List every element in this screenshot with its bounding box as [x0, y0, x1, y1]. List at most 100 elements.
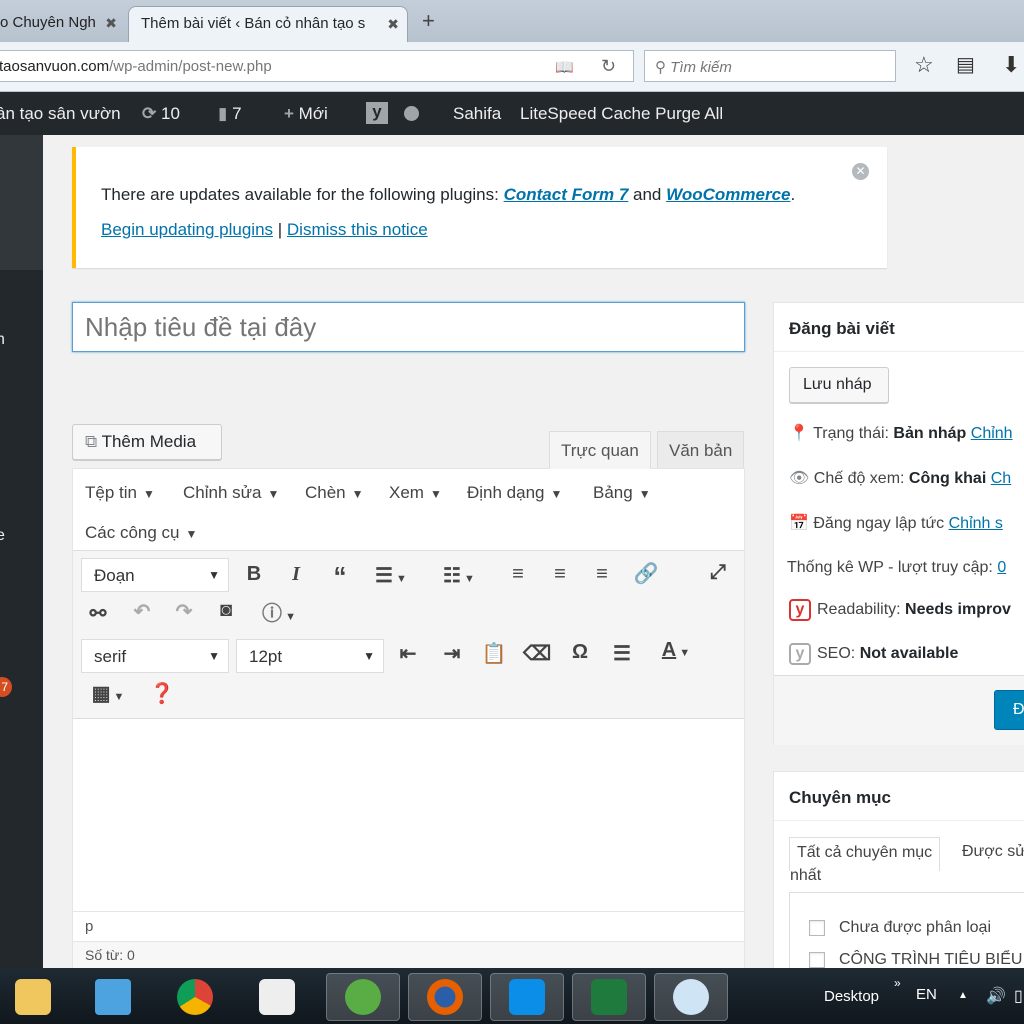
italic-icon[interactable]: I [283, 563, 309, 586]
menu-table[interactable]: Bảng ▼ [593, 483, 651, 503]
link-icon[interactable]: 🔗 [633, 561, 659, 586]
menu-format[interactable]: Định dạng ▼ [467, 483, 562, 503]
clipboard-icon[interactable]: ▤ [956, 52, 975, 77]
file-explorer-icon[interactable] [0, 973, 70, 1021]
edit-visibility-link[interactable]: Ch [991, 470, 1011, 487]
tab-all-categories[interactable]: Tất cả chuyên mục [789, 837, 941, 871]
element-path: p [73, 911, 744, 941]
yoast-icon[interactable]: y [366, 102, 388, 124]
edit-schedule-link[interactable]: Chỉnh s [949, 515, 1003, 532]
numbered-list-icon[interactable]: ☷ ▼ [437, 563, 481, 588]
updates-link[interactable]: ⟳ 10 [142, 104, 180, 124]
dismiss-notice-link[interactable]: Dismiss this notice [287, 220, 428, 239]
tab-most-used-cont[interactable]: nhất [790, 867, 821, 885]
excel-icon[interactable] [572, 973, 646, 1021]
chrome-icon[interactable] [158, 973, 232, 1021]
media-player-icon[interactable] [76, 973, 150, 1021]
read-more-icon[interactable]: ☰ [609, 641, 635, 666]
browser-tab-active[interactable]: Thêm bài viết ‹ Bán cỏ nhân tạo s ✖ [128, 6, 408, 42]
bookmark-star-icon[interactable]: ☆ [914, 52, 934, 78]
menu-insert[interactable]: Chèn ▼ [305, 483, 364, 503]
close-tab-icon[interactable]: ✖ [105, 15, 117, 32]
tab-visual[interactable]: Trực quan [549, 431, 651, 469]
dismiss-icon[interactable]: ✕ [852, 163, 869, 180]
url-field[interactable]: taosanvuon.com/wp-admin/post-new.php 📖 ↻ [0, 50, 634, 82]
font-size-select[interactable]: 12pt ▼ [236, 639, 384, 673]
checkbox[interactable] [809, 951, 825, 968]
stats-link[interactable]: 0 [997, 559, 1006, 576]
blockquote-icon[interactable]: “ [327, 561, 353, 592]
post-title-input[interactable] [72, 302, 745, 352]
volume-icon[interactable]: 🔊 [986, 986, 1006, 1006]
woocommerce-link[interactable]: WooCommerce [666, 185, 790, 204]
tab-text[interactable]: Văn bản [657, 431, 745, 469]
site-name-link[interactable]: ân tạo sân vườn [0, 104, 121, 124]
info-icon[interactable]: ⓘ ▼ [257, 597, 301, 626]
publish-button[interactable]: Đ [994, 690, 1024, 730]
editor-menubar: Tệp tin ▼ Chỉnh sửa ▼ Chèn ▼ Xem ▼ Định dạng… [73, 469, 744, 551]
new-content-link[interactable]: + Mới [284, 104, 328, 124]
font-family-select[interactable]: serif ▼ [81, 639, 229, 673]
litespeed-purge-link[interactable]: LiteSpeed Cache Purge All [520, 104, 723, 124]
menu-view[interactable]: Xem ▼ [389, 483, 442, 503]
network-icon[interactable]: ▯ [1014, 986, 1023, 1006]
categories-title: Chuyên mục [774, 772, 1024, 821]
comments-link[interactable]: ▮ 7 [218, 104, 242, 124]
instagram-icon[interactable]: ◙ [213, 599, 239, 622]
browser-tab[interactable]: o Chuyên Ngh ✖ [0, 6, 125, 42]
reader-view-icon[interactable]: 📖 [555, 58, 574, 76]
fullscreen-icon[interactable]: ⤢ [705, 561, 731, 584]
language-indicator[interactable]: EN [916, 986, 937, 1003]
sidebar-item[interactable]: e [0, 527, 5, 545]
table-icon[interactable]: ▦ ▼ [85, 681, 131, 706]
outdent-icon[interactable]: ⇤ [395, 641, 421, 666]
sidebar-item[interactable]: n [0, 331, 5, 349]
add-media-button[interactable]: ⧉ Thêm Media [72, 424, 222, 460]
sahifa-link[interactable]: Sahifa [453, 104, 501, 124]
zalo-icon[interactable] [490, 973, 564, 1021]
edit-status-link[interactable]: Chỉnh [971, 425, 1013, 442]
align-right-icon[interactable]: ≡ [589, 563, 615, 586]
indent-icon[interactable]: ⇥ [439, 641, 465, 666]
menu-tools[interactable]: Các công cụ ▼ [85, 523, 197, 543]
align-left-icon[interactable]: ≡ [505, 563, 531, 586]
desktop-toolbar[interactable]: Desktop [824, 988, 879, 1005]
contact-form-7-link[interactable]: Contact Form 7 [504, 185, 629, 204]
category-item[interactable]: CÔNG TRÌNH TIÊU BIỂU [809, 951, 1022, 969]
new-tab-button[interactable]: + [422, 8, 435, 34]
download-icon[interactable]: ⬇ [1002, 52, 1020, 78]
special-character-icon[interactable]: Ω [567, 641, 593, 664]
menu-file[interactable]: Tệp tin ▼ [85, 483, 155, 503]
search-input[interactable]: ⚲ Tìm kiếm [644, 50, 896, 82]
windows-taskbar: Desktop » EN ▲ 🔊 ▯ [0, 968, 1024, 1024]
calendar-icon: 📅 [789, 515, 809, 532]
bullet-list-icon[interactable]: ☰ ▼ [369, 563, 413, 588]
paint-icon[interactable] [654, 973, 728, 1021]
firefox-icon[interactable] [408, 973, 482, 1021]
show-hidden-icons-icon[interactable]: ▲ [958, 990, 968, 1001]
close-tab-icon[interactable]: ✖ [387, 16, 399, 33]
unikey-icon[interactable] [240, 973, 314, 1021]
checkbox[interactable] [809, 919, 825, 936]
text-color-icon[interactable]: A ▼ [651, 639, 701, 662]
toolbar-expand-icon[interactable]: » [894, 976, 901, 990]
bold-icon[interactable]: B [241, 563, 267, 586]
paste-text-icon[interactable]: 📋 [481, 641, 507, 666]
help-icon[interactable]: ❓ [149, 681, 175, 706]
editor-content-area[interactable] [73, 719, 744, 911]
coc-coc-icon[interactable] [326, 973, 400, 1021]
unlink-icon[interactable]: ⚯ [85, 601, 111, 626]
menu-edit[interactable]: Chỉnh sửa ▼ [183, 483, 279, 503]
tab-most-used[interactable]: Được sử [962, 843, 1024, 861]
redo-icon[interactable]: ↷ [171, 599, 197, 624]
undo-icon[interactable]: ↶ [129, 599, 155, 624]
clear-formatting-icon[interactable]: ⌫ [523, 641, 551, 666]
reload-icon[interactable]: ↻ [601, 56, 616, 77]
format-select[interactable]: Đoạn ▼ [81, 558, 229, 592]
begin-updating-link[interactable]: Begin updating plugins [101, 220, 273, 239]
sidebar-active-section[interactable] [0, 135, 43, 270]
save-draft-button[interactable]: Lưu nháp [789, 367, 889, 403]
align-center-icon[interactable]: ≡ [547, 563, 573, 586]
updates-icon: ⟳ [142, 104, 157, 123]
category-item[interactable]: Chưa được phân loại [809, 919, 991, 937]
